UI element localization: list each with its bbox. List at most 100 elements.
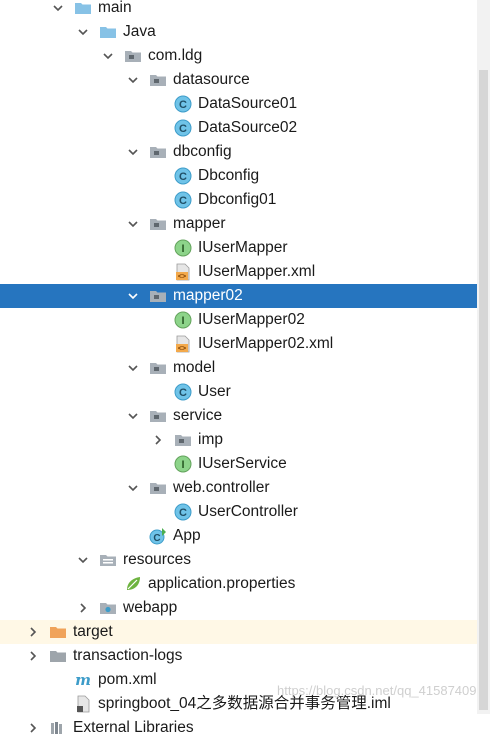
tree-node-label: webapp [123, 599, 178, 616]
svg-text:<>: <> [178, 346, 186, 353]
chevron-right-icon[interactable] [150, 432, 166, 448]
chevron-down-icon[interactable] [125, 72, 141, 88]
tree-node-label: datasource [173, 71, 250, 88]
interface-icon: I [174, 455, 192, 473]
class-icon: C [174, 503, 192, 521]
package-icon [149, 215, 167, 233]
chevron-down-icon[interactable] [125, 216, 141, 232]
chevron-down-icon[interactable] [125, 144, 141, 160]
interface-icon: I [174, 239, 192, 257]
tree-node-transaction-logs[interactable]: transaction-logs [0, 644, 477, 668]
package-icon [149, 143, 167, 161]
class-icon: C [174, 167, 192, 185]
svg-text:<>: <> [178, 274, 186, 281]
chevron-right-icon[interactable] [25, 624, 41, 640]
tree-node-label: main [98, 0, 132, 16]
chevron-down-icon[interactable] [125, 408, 141, 424]
chevron-down-icon[interactable] [50, 0, 66, 16]
tree-node-label: transaction-logs [73, 647, 183, 664]
tree-node-service[interactable]: service [0, 404, 477, 428]
package-icon [149, 479, 167, 497]
chevron-down-icon[interactable] [75, 24, 91, 40]
folder-blue-icon [74, 0, 92, 17]
tree-node-label: mapper02 [173, 287, 243, 304]
svg-text:C: C [179, 123, 187, 135]
tree-node-java[interactable]: Java [0, 20, 477, 44]
class-icon: C [174, 119, 192, 137]
package-icon [149, 407, 167, 425]
tree-node-main[interactable]: main [0, 0, 477, 20]
tree-node-label: IUserMapper02.xml [198, 335, 334, 352]
tree-node-label: imp [198, 431, 223, 448]
web-folder-icon [99, 599, 117, 617]
tree-node-user[interactable]: C User [0, 380, 477, 404]
svg-text:C: C [179, 507, 187, 519]
tree-node-label: External Libraries [73, 719, 194, 736]
tree-node-label: IUserService [198, 455, 287, 472]
svg-text:C: C [179, 171, 187, 183]
tree-node-dbconfig01[interactable]: C Dbconfig01 [0, 188, 477, 212]
tree-node-resources[interactable]: resources [0, 548, 477, 572]
tree-node-dbconfig[interactable]: dbconfig [0, 140, 477, 164]
tree-node-external-libraries[interactable]: External Libraries [0, 716, 477, 740]
tree-node-target[interactable]: target [0, 620, 477, 644]
tree-node-webapp[interactable]: webapp [0, 596, 477, 620]
tree-node-label: service [173, 407, 223, 424]
svg-text:m: m [75, 671, 91, 689]
tree-node-label: Dbconfig01 [198, 191, 277, 208]
svg-text:C: C [179, 195, 187, 207]
chevron-down-icon[interactable] [125, 480, 141, 496]
tree-node-label: App [173, 527, 201, 544]
folder-orange-icon [49, 623, 67, 641]
tree-node-model[interactable]: model [0, 356, 477, 380]
chevron-right-icon[interactable] [25, 720, 41, 736]
iml-file-icon [74, 695, 92, 713]
resources-folder-icon [99, 551, 117, 569]
tree-node-datasource02[interactable]: C DataSource02 [0, 116, 477, 140]
package-icon [149, 71, 167, 89]
tree-node-web-controller[interactable]: web.controller [0, 476, 477, 500]
tree-node-imp[interactable]: imp [0, 428, 477, 452]
tree-node-dbconfig[interactable]: C Dbconfig [0, 164, 477, 188]
svg-text:I: I [181, 315, 184, 327]
tree-node-label: Dbconfig [198, 167, 260, 184]
tree-node-label: UserController [198, 503, 298, 520]
class-icon: C [174, 95, 192, 113]
chevron-down-icon[interactable] [100, 48, 116, 64]
tree-node-label: IUserMapper02 [198, 311, 305, 328]
tree-node-mapper02[interactable]: mapper02 [0, 284, 477, 308]
project-tree: main Java com.ldg datasource C DataSource01 C D… [0, 0, 477, 736]
tree-node-usercontroller[interactable]: C UserController [0, 500, 477, 524]
spring-app-class-icon: C [149, 527, 167, 545]
tree-node-label: target [73, 623, 113, 640]
chevron-right-icon[interactable] [25, 648, 41, 664]
svg-text:C: C [179, 387, 187, 399]
tree-node-iusermapper[interactable]: I IUserMapper [0, 236, 477, 260]
tree-node-iuserservice[interactable]: I IUserService [0, 452, 477, 476]
tree-node-label: com.ldg [148, 47, 203, 64]
chevron-down-icon[interactable] [125, 288, 141, 304]
tree-node-iusermapper02-xml[interactable]: <> IUserMapper02.xml [0, 332, 477, 356]
scrollbar-thumb[interactable] [479, 70, 488, 710]
tree-node-app[interactable]: C App [0, 524, 477, 548]
tree-node-application-properties[interactable]: application.properties [0, 572, 477, 596]
tree-node-datasource[interactable]: datasource [0, 68, 477, 92]
tree-node-label: resources [123, 551, 192, 568]
chevron-right-icon[interactable] [75, 600, 91, 616]
tree-node-mapper[interactable]: mapper [0, 212, 477, 236]
chevron-down-icon[interactable] [75, 552, 91, 568]
tree-node-label: application.properties [148, 575, 296, 592]
tree-node-label: model [173, 359, 216, 376]
tree-node-com-ldg[interactable]: com.ldg [0, 44, 477, 68]
tree-node-iusermapper-xml[interactable]: <> IUserMapper.xml [0, 260, 477, 284]
tree-node-datasource01[interactable]: C DataSource01 [0, 92, 477, 116]
chevron-down-icon[interactable] [125, 360, 141, 376]
tree-node-iusermapper02[interactable]: I IUserMapper02 [0, 308, 477, 332]
